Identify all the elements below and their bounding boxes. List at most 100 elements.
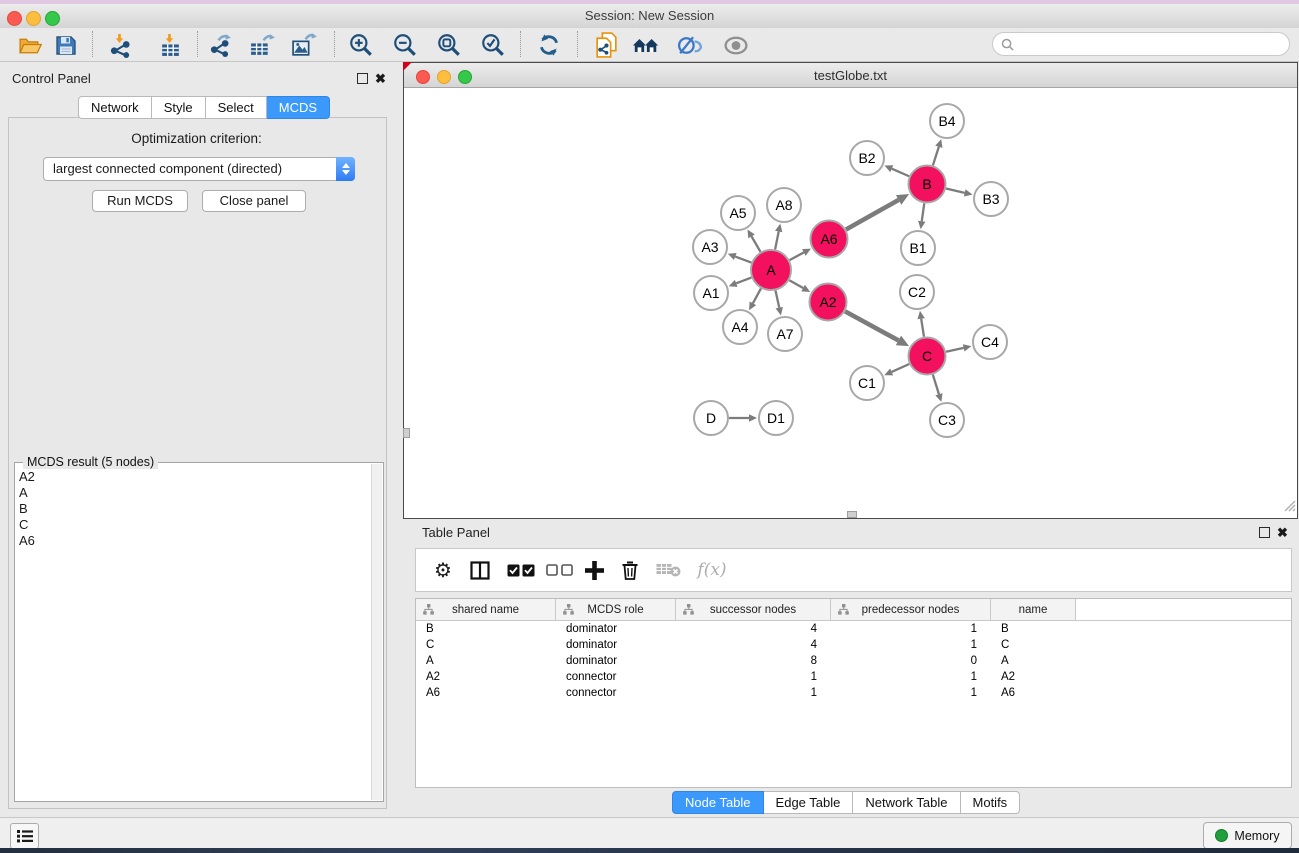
canvas-resize-grip-icon[interactable]	[1283, 499, 1296, 517]
zoom-fit-content-icon[interactable]	[435, 31, 463, 59]
table-cell[interactable]: A	[991, 653, 1076, 669]
edge-A-A8[interactable]	[775, 231, 779, 249]
mcds-result-scrollbar[interactable]	[371, 464, 382, 800]
table-cell[interactable]: B	[991, 621, 1076, 637]
edge-B-B4[interactable]	[933, 147, 939, 166]
graph-node-A4[interactable]: A4	[723, 310, 757, 344]
edge-C-C2[interactable]	[921, 319, 924, 337]
delete-columns-trash-icon[interactable]	[615, 549, 645, 591]
close-panel-button[interactable]: Close panel	[202, 190, 306, 212]
column-header-shared-name[interactable]: shared name	[416, 599, 556, 620]
table-cell[interactable]: 1	[831, 685, 991, 701]
graph-node-D[interactable]: D	[694, 401, 728, 435]
edge-A2-C[interactable]	[845, 311, 898, 340]
run-mcds-button[interactable]: Run MCDS	[92, 190, 188, 212]
tab-node-table[interactable]: Node Table	[672, 791, 764, 814]
column-header-predecessor-nodes[interactable]: predecessor nodes	[831, 599, 991, 620]
unselect-all-columns-icon[interactable]	[542, 549, 576, 591]
table-cell[interactable]: 4	[676, 637, 831, 653]
table-cell[interactable]: B	[416, 621, 556, 637]
tab-mcds[interactable]: MCDS	[267, 96, 330, 119]
edge-B-B3[interactable]	[946, 188, 965, 192]
import-table-file-icon[interactable]	[156, 31, 184, 59]
table-row[interactable]: Adominator80A	[416, 653, 1291, 669]
edge-B-B1[interactable]	[922, 203, 925, 221]
graph-node-A2[interactable]: A2	[810, 284, 847, 321]
control-panel-close-icon[interactable]: ✖	[375, 73, 386, 85]
graph-node-B3[interactable]: B3	[974, 182, 1008, 216]
graph-node-C1[interactable]: C1	[850, 366, 884, 400]
graph-node-D1[interactable]: D1	[759, 401, 793, 435]
graph-node-C2[interactable]: C2	[900, 275, 934, 309]
edge-B-B2[interactable]	[892, 169, 909, 177]
graph-node-A1[interactable]: A1	[694, 276, 728, 310]
mcds-result-item[interactable]: A	[19, 485, 35, 501]
graph-node-A8[interactable]: A8	[767, 188, 801, 222]
graph-node-A[interactable]: A	[751, 250, 791, 290]
edge-A-A7[interactable]	[775, 291, 779, 308]
refresh-view-icon[interactable]	[535, 31, 563, 59]
edge-C-C4[interactable]	[946, 348, 964, 352]
tab-edge-table[interactable]: Edge Table	[764, 791, 854, 814]
select-all-columns-icon[interactable]	[504, 549, 538, 591]
graph-node-B[interactable]: B	[909, 166, 946, 203]
edge-A-A2[interactable]	[789, 280, 803, 288]
show-birds-eye-view-icon[interactable]	[722, 31, 750, 59]
table-row[interactable]: A6connector11A6	[416, 685, 1291, 701]
table-cell[interactable]: 0	[831, 653, 991, 669]
edge-A-A4[interactable]	[753, 288, 761, 303]
network-window-titlebar[interactable]: testGlobe.txt	[404, 63, 1297, 88]
memory-button[interactable]: Memory	[1203, 822, 1292, 849]
optimization-criterion-select[interactable]: largest connected component (directed)	[43, 157, 355, 181]
destroy-network-icon[interactable]	[632, 31, 660, 59]
graph-node-B4[interactable]: B4	[930, 104, 964, 138]
table-cell[interactable]: C	[991, 637, 1076, 653]
tab-network-table[interactable]: Network Table	[853, 791, 960, 814]
mcds-result-item[interactable]: C	[19, 517, 35, 533]
graph-node-C4[interactable]: C4	[973, 325, 1007, 359]
delete-table-icon[interactable]	[652, 549, 686, 591]
column-header-MCDS-role[interactable]: MCDS role	[556, 599, 676, 620]
mcds-result-list[interactable]: A2ABCA6	[19, 469, 35, 549]
search-input[interactable]	[1014, 37, 1289, 51]
network-canvas[interactable]: B4B2BB3B1A5A8A6A3AA1A2C2A4A7CC4C1C3DD1	[404, 88, 1297, 518]
table-cell[interactable]: 1	[831, 669, 991, 685]
table-cell[interactable]: 1	[676, 669, 831, 685]
table-cell[interactable]: C	[416, 637, 556, 653]
edge-A-A3[interactable]	[735, 257, 751, 263]
zoom-in-icon[interactable]	[347, 31, 375, 59]
table-cell[interactable]: A6	[991, 685, 1076, 701]
mcds-result-item[interactable]: A6	[19, 533, 35, 549]
table-row[interactable]: Bdominator41B	[416, 621, 1291, 637]
show-column-panel-icon[interactable]	[464, 549, 496, 591]
zoom-selected-region-icon[interactable]	[479, 31, 507, 59]
table-cell[interactable]: 1	[676, 685, 831, 701]
function-builder-icon[interactable]: f(x)	[692, 549, 732, 591]
edge-A6-B[interactable]	[846, 200, 899, 230]
hide-graphics-details-icon[interactable]	[676, 31, 704, 59]
export-image-icon[interactable]	[290, 31, 318, 59]
table-cell[interactable]: 1	[831, 621, 991, 637]
table-panel-close-icon[interactable]: ✖	[1277, 527, 1288, 539]
export-table-icon[interactable]	[248, 31, 276, 59]
edge-C-C1[interactable]	[892, 364, 910, 372]
tab-motifs[interactable]: Motifs	[961, 791, 1021, 814]
tab-style[interactable]: Style	[152, 96, 206, 119]
table-options-gear-icon[interactable]: ⚙	[428, 549, 458, 591]
mcds-result-item[interactable]: B	[19, 501, 35, 517]
import-network-file-icon[interactable]	[106, 31, 134, 59]
edge-A-A6[interactable]	[790, 252, 804, 260]
graph-node-A3[interactable]: A3	[693, 230, 727, 264]
column-header-name[interactable]: name	[991, 599, 1076, 620]
export-network-icon[interactable]	[206, 31, 234, 59]
table-row[interactable]: A2connector11A2	[416, 669, 1291, 685]
tab-select[interactable]: Select	[206, 96, 267, 119]
table-cell[interactable]: connector	[556, 685, 676, 701]
table-cell[interactable]: 8	[676, 653, 831, 669]
table-cell[interactable]: connector	[556, 669, 676, 685]
graph-node-C3[interactable]: C3	[930, 403, 964, 437]
graph-node-C[interactable]: C	[909, 338, 946, 375]
graph-node-A6[interactable]: A6	[811, 221, 848, 258]
table-cell[interactable]: dominator	[556, 637, 676, 653]
main-titlebar[interactable]: Session: New Session	[0, 4, 1299, 29]
